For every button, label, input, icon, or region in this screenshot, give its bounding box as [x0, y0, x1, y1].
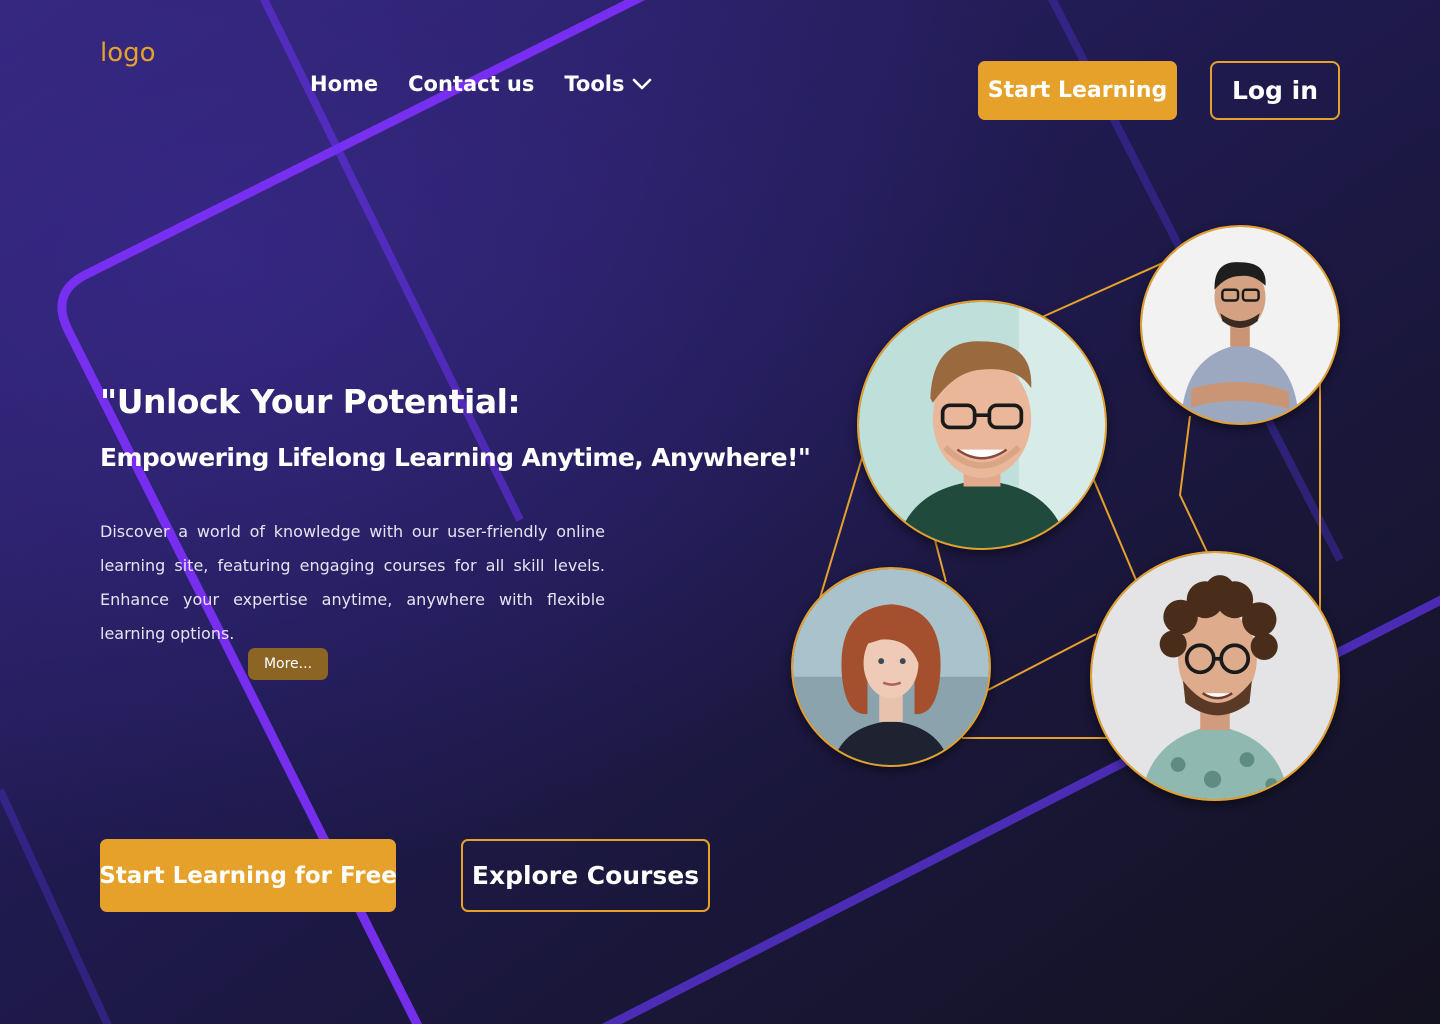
- chevron-down-icon: [633, 78, 652, 90]
- start-learning-button[interactable]: Start Learning: [978, 61, 1177, 120]
- nav-tools-dropdown[interactable]: Tools: [564, 72, 652, 96]
- hero-headline: "Unlock Your Potential:: [100, 382, 521, 421]
- nav-contact[interactable]: Contact us: [408, 72, 534, 96]
- explore-courses-button[interactable]: Explore Courses: [461, 839, 710, 912]
- avatar-man-crossed-arms: [1140, 225, 1340, 425]
- hero-description: Discover a world of knowledge with our u…: [100, 522, 605, 643]
- more-button[interactable]: More...: [248, 648, 328, 680]
- avatar-man-glasses-green-shirt: [857, 300, 1107, 550]
- avatar-man-curly-hair: [1090, 551, 1340, 801]
- start-learning-free-button[interactable]: Start Learning for Free: [99, 839, 397, 912]
- hero-subheadline: Empowering Lifelong Learning Anytime, An…: [100, 443, 811, 472]
- nav-tools-label: Tools: [564, 72, 625, 96]
- avatar-woman-red-hair: [791, 567, 991, 767]
- logo[interactable]: logo: [100, 38, 156, 68]
- login-button[interactable]: Log in: [1210, 61, 1340, 120]
- nav-home[interactable]: Home: [310, 72, 378, 96]
- main-nav: Home Contact us Tools: [310, 72, 652, 96]
